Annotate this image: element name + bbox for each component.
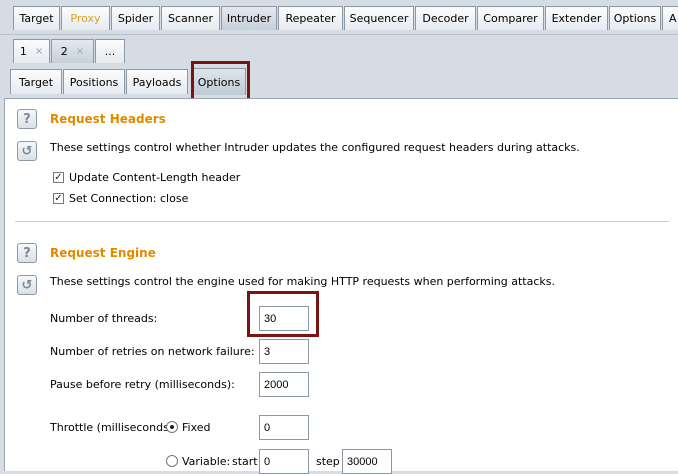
session-tab-2-label: 2 [60, 45, 68, 58]
close-icon[interactable]: × [35, 46, 43, 57]
restore-defaults-icon[interactable]: ↺ [17, 141, 37, 161]
threads-input[interactable] [259, 306, 309, 331]
check-icon: ✓ [54, 171, 63, 183]
pause-before-retry-input[interactable] [259, 372, 309, 397]
tab-target[interactable]: Target [13, 6, 60, 30]
pause-before-retry-label: Pause before retry (milliseconds): [50, 378, 235, 391]
set-connection-close-checkbox[interactable]: ✓ [53, 193, 64, 204]
throttle-variable-label: Variable: [182, 455, 231, 468]
throttle-fixed-input[interactable] [259, 415, 309, 440]
main-tab-bar: Target Proxy Spider Scanner Intruder Rep… [0, 0, 678, 34]
session-tab-bar: 1 × 2 × ... [0, 34, 678, 65]
request-engine-title: Request Engine [50, 246, 156, 260]
tab-spider[interactable]: Spider [111, 6, 160, 30]
variable-step-input[interactable] [342, 449, 392, 474]
throttle-label: Throttle (milliseconds): [50, 421, 177, 434]
session-tab-1[interactable]: 1 × [13, 39, 50, 63]
session-tab-1-label: 1 [19, 45, 27, 58]
variable-start-input[interactable] [259, 449, 309, 474]
tab-intruder[interactable]: Intruder [221, 6, 277, 30]
tab-sequencer[interactable]: Sequencer [344, 6, 414, 30]
radio-selected-dot [170, 425, 174, 429]
close-icon[interactable]: × [76, 46, 84, 57]
set-connection-close-label: Set Connection: close [69, 192, 189, 205]
retries-input[interactable] [259, 339, 309, 364]
subtab-positions[interactable]: Positions [63, 69, 125, 94]
subtab-options[interactable]: Options [192, 68, 246, 95]
throttle-fixed-radio[interactable] [166, 421, 178, 433]
help-icon[interactable]: ? [17, 109, 37, 129]
section-divider [15, 221, 669, 222]
help-icon[interactable]: ? [17, 243, 37, 263]
subtab-target[interactable]: Target [10, 69, 62, 94]
request-headers-title: Request Headers [50, 112, 166, 126]
variable-start-label: start [232, 455, 258, 468]
check-icon: ✓ [54, 192, 63, 204]
restore-defaults-icon[interactable]: ↺ [17, 275, 37, 295]
throttle-variable-radio[interactable] [166, 455, 178, 467]
tab-decoder[interactable]: Decoder [415, 6, 476, 30]
tab-options[interactable]: Options [609, 6, 661, 30]
intruder-sub-tab-bar: Target Positions Payloads Options [0, 64, 678, 98]
update-content-length-checkbox[interactable]: ✓ [53, 172, 64, 183]
new-session-tab[interactable]: ... [95, 39, 125, 63]
throttle-fixed-label: Fixed [182, 421, 211, 434]
tab-alerts[interactable]: A [662, 6, 678, 30]
tab-proxy[interactable]: Proxy [61, 6, 110, 30]
request-headers-description: These settings control whether Intruder … [50, 141, 580, 154]
session-tab-2[interactable]: 2 × [51, 39, 94, 63]
subtab-payloads[interactable]: Payloads [126, 69, 188, 94]
tab-extender[interactable]: Extender [545, 6, 608, 30]
update-content-length-label: Update Content-Length header [69, 171, 241, 184]
tab-repeater[interactable]: Repeater [278, 6, 343, 30]
threads-label: Number of threads: [50, 312, 158, 325]
tab-comparer[interactable]: Comparer [477, 6, 544, 30]
request-engine-description: These settings control the engine used f… [50, 275, 555, 288]
variable-step-label: step [316, 455, 340, 468]
tab-scanner[interactable]: Scanner [161, 6, 220, 30]
options-panel: ? Request Headers ↺ These settings contr… [4, 98, 678, 474]
retries-label: Number of retries on network failure: [50, 345, 255, 358]
